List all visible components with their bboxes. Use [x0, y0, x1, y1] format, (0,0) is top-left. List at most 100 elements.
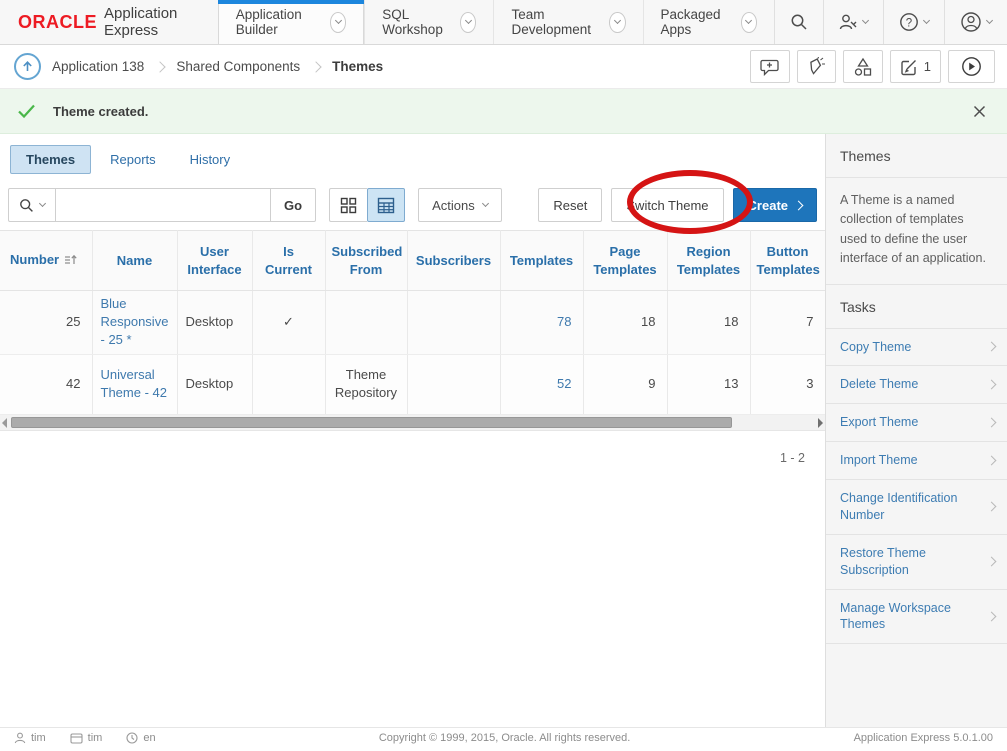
- cell-page-templates: 18: [583, 291, 667, 355]
- nav-tab-sql-workshop[interactable]: SQL Workshop: [364, 0, 493, 44]
- column-header-region-templates[interactable]: Region Templates: [667, 231, 750, 291]
- theme-link[interactable]: Universal Theme - 42: [101, 367, 167, 400]
- user-icon: [14, 732, 26, 744]
- task-change-identification-number[interactable]: Change Identification Number: [826, 480, 1007, 535]
- content-area: Themes Reports History Go: [0, 134, 1007, 727]
- search-icon[interactable]: [774, 0, 823, 44]
- nav-tab-label: Team Development: [511, 7, 600, 37]
- help-icon[interactable]: ?: [883, 0, 944, 44]
- horizontal-scrollbar[interactable]: [0, 415, 825, 431]
- table-row: 25 Blue Responsive - 25 * Desktop ✓ 78 1…: [0, 291, 825, 355]
- column-header-name[interactable]: Name: [92, 231, 177, 291]
- footer-workspace: tim: [70, 732, 103, 744]
- tab-reports[interactable]: Reports: [95, 146, 171, 173]
- icon-view-icon[interactable]: [329, 188, 367, 222]
- templates-link[interactable]: 52: [557, 376, 571, 391]
- nav-tab-label: SQL Workshop: [382, 7, 451, 37]
- footer-version: Application Express 5.0.1.00: [854, 732, 993, 744]
- nav-tab-packaged-apps[interactable]: Packaged Apps: [643, 0, 775, 44]
- reset-button[interactable]: Reset: [538, 188, 602, 222]
- interactive-report-toolbar: Go Actions Reset Switch Theme: [0, 186, 825, 222]
- cell-button-templates: 7: [750, 291, 825, 355]
- chevron-down-icon[interactable]: [609, 12, 625, 33]
- shared-components-button[interactable]: [843, 50, 883, 83]
- task-delete-theme[interactable]: Delete Theme: [826, 366, 1007, 404]
- task-copy-theme[interactable]: Copy Theme: [826, 329, 1007, 367]
- column-header-is-current[interactable]: Is Current: [252, 231, 325, 291]
- actions-menu-button[interactable]: Actions: [418, 188, 502, 222]
- oracle-logo: ORACLE: [18, 12, 97, 33]
- switch-theme-button[interactable]: Switch Theme: [611, 188, 723, 222]
- scroll-left-icon[interactable]: [2, 418, 7, 428]
- up-level-icon[interactable]: [14, 53, 41, 80]
- task-restore-theme-subscription[interactable]: Restore Theme Subscription: [826, 535, 1007, 590]
- task-import-theme[interactable]: Import Theme: [826, 442, 1007, 480]
- column-header-button-templates[interactable]: Button Templates: [750, 231, 825, 291]
- column-header-subscribers[interactable]: Subscribers: [407, 231, 500, 291]
- right-sidebar: Themes A Theme is a named collection of …: [825, 134, 1007, 727]
- breadcrumb-shared-components[interactable]: Shared Components: [176, 59, 300, 74]
- main-nav: Application Builder SQL Workshop Team De…: [218, 0, 774, 44]
- scrollbar-thumb[interactable]: [11, 417, 732, 428]
- report-view-icon[interactable]: [367, 188, 405, 222]
- feedback-button[interactable]: [750, 50, 790, 83]
- chevron-right-icon: [987, 611, 997, 621]
- create-button[interactable]: Create: [733, 188, 817, 222]
- theme-link[interactable]: Blue Responsive - 25 *: [101, 296, 169, 347]
- close-icon[interactable]: [969, 101, 990, 122]
- user-account-icon[interactable]: [944, 0, 1007, 44]
- tab-themes[interactable]: Themes: [10, 145, 91, 174]
- breadcrumb-current: Themes: [332, 59, 383, 74]
- success-message-text: Theme created.: [53, 104, 148, 119]
- pagination-label: 1 - 2: [0, 451, 805, 465]
- chevron-right-icon: [987, 456, 997, 466]
- themes-report: Number Name User Interface Is Current Su…: [0, 230, 825, 465]
- column-header-templates[interactable]: Templates: [500, 231, 583, 291]
- search-column-selector[interactable]: [8, 188, 56, 222]
- nav-tab-application-builder[interactable]: Application Builder: [218, 0, 365, 44]
- scroll-right-icon[interactable]: [818, 418, 823, 428]
- nav-tab-label: Packaged Apps: [661, 7, 732, 37]
- edit-page-button[interactable]: 1: [890, 50, 941, 83]
- spotlight-search-button[interactable]: [797, 50, 836, 83]
- page-action-buttons: 1: [750, 50, 997, 83]
- cell-subscribed-from: Theme Repository: [325, 354, 407, 414]
- header-icons: ?: [774, 0, 1007, 44]
- breadcrumb-application[interactable]: Application 138: [52, 59, 144, 74]
- run-application-button[interactable]: [948, 50, 995, 83]
- templates-link[interactable]: 78: [557, 314, 571, 329]
- column-header-user-interface[interactable]: User Interface: [177, 231, 252, 291]
- go-button[interactable]: Go: [271, 188, 316, 222]
- cell-subscribers: [407, 354, 500, 414]
- task-manage-workspace-themes[interactable]: Manage Workspace Themes: [826, 590, 1007, 645]
- cell-subscribers: [407, 291, 500, 355]
- product-name: Application Express: [104, 5, 198, 39]
- administration-icon[interactable]: [823, 0, 883, 44]
- check-icon: [17, 103, 36, 119]
- cell-button-templates: 3: [750, 354, 825, 414]
- cell-name: Universal Theme - 42: [92, 354, 177, 414]
- edit-page-number: 1: [924, 59, 931, 74]
- column-header-page-templates[interactable]: Page Templates: [583, 231, 667, 291]
- nav-tab-team-development[interactable]: Team Development: [493, 0, 642, 44]
- tab-history[interactable]: History: [175, 146, 245, 173]
- toolbar-right-buttons: Reset Switch Theme Create: [538, 188, 817, 222]
- search-input[interactable]: [56, 188, 271, 222]
- cell-user-interface: Desktop: [177, 291, 252, 355]
- task-export-theme[interactable]: Export Theme: [826, 404, 1007, 442]
- cell-templates: 78: [500, 291, 583, 355]
- chevron-right-icon: [987, 557, 997, 567]
- table-header-row: Number Name User Interface Is Current Su…: [0, 231, 825, 291]
- clock-icon: [126, 732, 138, 744]
- cell-name: Blue Responsive - 25 *: [92, 291, 177, 355]
- footer-user: tim: [14, 732, 46, 744]
- chevron-down-icon[interactable]: [460, 12, 476, 33]
- column-header-subscribed-from[interactable]: Subscribed From: [325, 231, 407, 291]
- cell-is-current: ✓: [252, 291, 325, 355]
- success-message: Theme created.: [0, 89, 1007, 134]
- column-header-number[interactable]: Number: [0, 231, 92, 291]
- svg-text:?: ?: [906, 17, 912, 29]
- sidebar-description: A Theme is a named collection of templat…: [826, 178, 1007, 285]
- chevron-down-icon[interactable]: [741, 12, 757, 33]
- chevron-down-icon[interactable]: [330, 12, 346, 33]
